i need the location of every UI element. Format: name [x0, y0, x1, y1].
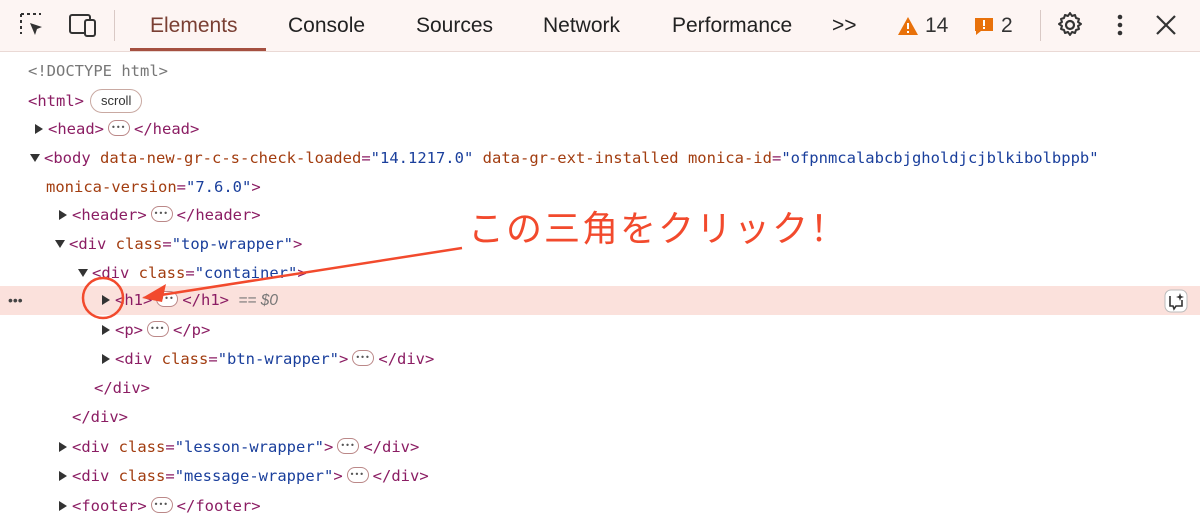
more-tabs-button[interactable]: >>	[832, 0, 857, 51]
collapsed-content-icon[interactable]	[150, 490, 173, 519]
annotation-callout-text: この三角をクリック！	[468, 209, 849, 250]
collapse-triangle-icon[interactable]	[78, 268, 88, 278]
tree-node-body-continued: monica-version="7.6.0">	[46, 178, 261, 196]
toolbar-separator	[114, 10, 115, 41]
div-close-tag: </div>	[372, 467, 429, 485]
tree-node-lesson-wrapper[interactable]: <div class="lesson-wrapper"></div>	[0, 431, 1200, 462]
attr-name: class	[118, 438, 166, 456]
div-open-tag: <div	[69, 235, 107, 253]
attr-value: "top-wrapper"	[171, 235, 294, 253]
tab-performance[interactable]: Performance	[672, 0, 792, 51]
collapsed-content-icon[interactable]	[147, 314, 169, 343]
expand-triangle-icon[interactable]	[58, 501, 68, 511]
footer-close-tag: </footer>	[176, 497, 261, 515]
head-open-tag: <head>	[48, 120, 104, 138]
tree-node-footer[interactable]: <footer> </footer>	[0, 490, 1200, 521]
tree-node-doctype[interactable]: <!DOCTYPE html>	[0, 57, 1200, 86]
expand-triangle-icon[interactable]	[58, 442, 68, 452]
expand-triangle-icon[interactable]	[101, 295, 111, 305]
attr-name: data-new-gr-c-s-check-loaded	[100, 149, 362, 167]
tree-node-message-wrapper[interactable]: <div class="message-wrapper"></div>	[0, 460, 1200, 491]
tree-node-container-close[interactable]: </div>	[0, 374, 1200, 403]
head-close-tag: </head>	[134, 120, 200, 138]
header-close-tag: </header>	[176, 206, 261, 224]
tab-sources[interactable]: Sources	[416, 0, 493, 51]
collapsed-content-icon[interactable]	[108, 113, 130, 142]
close-icon[interactable]	[1152, 11, 1180, 39]
attr-name: monica-version	[46, 178, 177, 196]
ai-assistance-icon[interactable]	[1163, 288, 1189, 314]
tree-node-top-wrapper-close[interactable]: </div>	[0, 403, 1200, 432]
tab-elements[interactable]: Elements	[150, 0, 238, 51]
expand-triangle-icon[interactable]	[58, 210, 68, 220]
div-open-tag: <div	[72, 438, 110, 456]
h1-close-tag: </h1>	[182, 291, 229, 309]
expand-triangle-icon[interactable]	[101, 325, 111, 335]
div-close-tag: </div>	[72, 408, 128, 426]
scroll-badge[interactable]: scroll	[90, 89, 143, 113]
tab-console[interactable]: Console	[288, 0, 365, 51]
collapsed-content-icon[interactable]	[150, 199, 173, 228]
p-close-tag: </p>	[173, 321, 211, 339]
node-actions-icon[interactable]: •••	[8, 286, 23, 315]
tree-node-head[interactable]: <head> </head>	[0, 113, 1200, 144]
collapsed-content-icon[interactable]	[346, 460, 369, 489]
kebab-menu-icon[interactable]	[1106, 11, 1134, 39]
collapse-triangle-icon[interactable]	[30, 153, 40, 163]
div-open-tag: <div	[92, 264, 130, 282]
expand-triangle-icon[interactable]	[101, 354, 111, 364]
toolbar-separator	[1040, 10, 1041, 41]
div-close-tag: </div>	[363, 438, 420, 456]
attr-name: class	[138, 264, 186, 282]
collapsed-content-icon[interactable]	[337, 431, 360, 460]
warnings-count: 14	[925, 14, 949, 37]
attr-value: "ofpnmcalabcbjgholdjcjblkibolbppb"	[781, 149, 1099, 167]
collapsed-content-icon[interactable]	[352, 343, 375, 372]
expand-triangle-icon[interactable]	[34, 124, 44, 134]
tree-node-p[interactable]: <p> </p>	[0, 314, 1200, 345]
attr-value: "lesson-wrapper"	[174, 438, 324, 456]
attr-name: monica-id	[687, 149, 772, 167]
warning-icon	[898, 17, 918, 35]
tree-node-container[interactable]: <div class="container">	[0, 259, 1200, 288]
devtools-toolbar: Elements Console Sources Network Perform…	[0, 0, 1200, 52]
body-open-tag: <body	[44, 149, 91, 167]
inspect-element-icon[interactable]	[18, 11, 46, 39]
tree-node-btn-wrapper[interactable]: <div class="btn-wrapper"></div>	[0, 343, 1200, 374]
attr-value: "btn-wrapper"	[217, 350, 340, 368]
attr-name: class	[161, 350, 209, 368]
div-open-tag: <div	[72, 467, 110, 485]
errors-badge[interactable]: 2	[973, 13, 1013, 39]
html-tag: <html>	[28, 92, 84, 110]
attr-name: data-gr-ext-installed	[482, 149, 679, 167]
collapse-triangle-icon[interactable]	[55, 239, 65, 249]
attr-value: "7.6.0"	[186, 178, 252, 196]
header-open-tag: <header>	[72, 206, 147, 224]
tree-node-h1-selected[interactable]: ••• <h1> </h1> == $0	[0, 284, 1200, 315]
expand-triangle-icon[interactable]	[58, 471, 68, 481]
footer-open-tag: <footer>	[72, 497, 147, 515]
div-close-tag: </div>	[378, 350, 435, 368]
doctype-text: <!DOCTYPE html>	[28, 62, 168, 80]
collapsed-content-icon[interactable]	[156, 284, 179, 313]
attr-name: class	[115, 235, 163, 253]
h1-open-tag: <h1>	[115, 291, 153, 309]
active-tab-indicator	[130, 48, 266, 51]
div-open-tag: <div	[115, 350, 153, 368]
error-icon	[975, 18, 993, 35]
p-open-tag: <p>	[115, 321, 143, 339]
attr-value: "container"	[194, 264, 298, 282]
attr-value: "14.1217.0"	[370, 149, 474, 167]
warnings-badge[interactable]: 14	[897, 13, 948, 39]
attr-value: "message-wrapper"	[174, 467, 334, 485]
tree-node-body[interactable]: <body data-new-gr-c-s-check-loaded="14.1…	[0, 144, 1200, 173]
selected-node-hint: == $0	[238, 292, 278, 309]
errors-count: 2	[1001, 14, 1013, 37]
gear-icon[interactable]	[1056, 11, 1084, 39]
device-toolbar-icon[interactable]	[68, 11, 96, 39]
tab-network[interactable]: Network	[543, 0, 620, 51]
tree-node-html[interactable]: <html> scroll	[0, 87, 1200, 116]
attr-name: class	[118, 467, 166, 485]
div-close-tag: </div>	[94, 379, 150, 397]
